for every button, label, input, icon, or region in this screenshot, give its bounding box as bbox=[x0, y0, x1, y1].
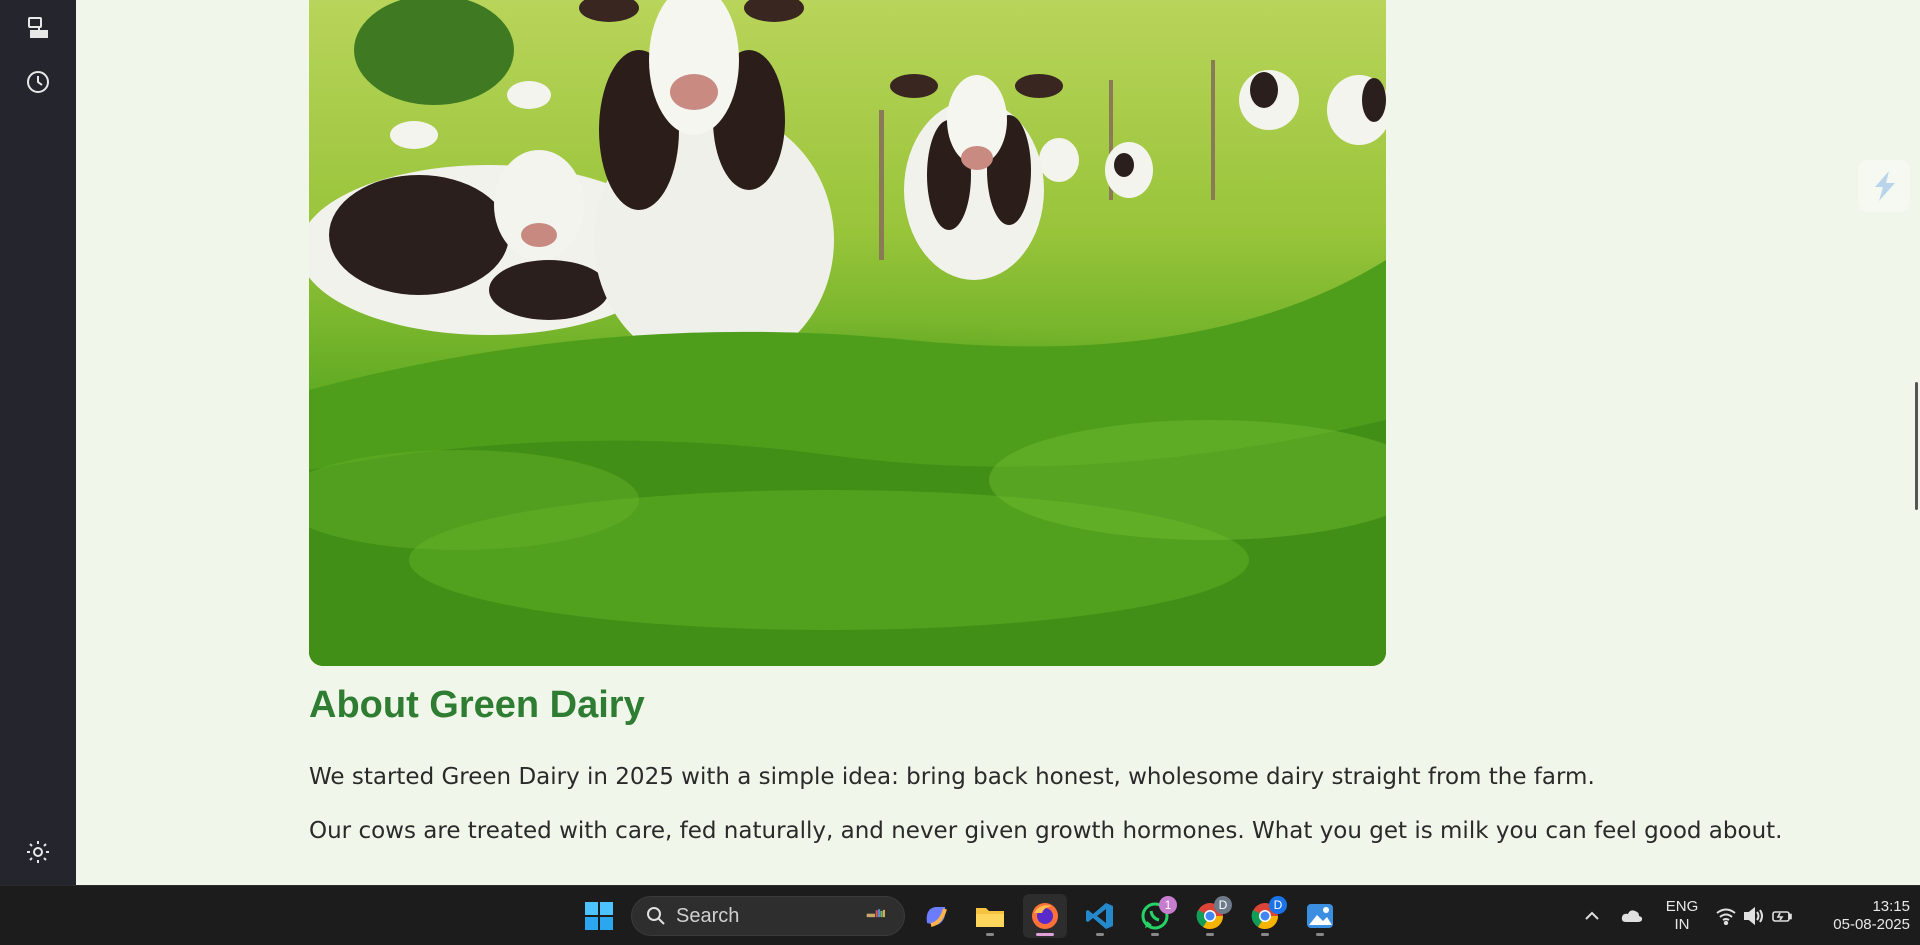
battery-icon[interactable] bbox=[1768, 902, 1796, 930]
running-indicator bbox=[1261, 933, 1269, 936]
about-paragraph-2: Our cows are treated with care, fed natu… bbox=[309, 818, 1783, 844]
folder-icon[interactable] bbox=[968, 894, 1012, 938]
wifi-icon[interactable] bbox=[1712, 902, 1740, 930]
running-indicator bbox=[1316, 933, 1324, 936]
history-icon[interactable] bbox=[20, 64, 56, 100]
chevron-up-icon[interactable] bbox=[1578, 902, 1606, 930]
browser-sidebar bbox=[0, 0, 76, 885]
taskbar-search[interactable]: Search bbox=[631, 896, 905, 936]
active-indicator bbox=[1036, 933, 1054, 936]
language-indicator[interactable]: ENG IN bbox=[1662, 898, 1702, 934]
vscode-icon[interactable] bbox=[1078, 894, 1122, 938]
profile-badge: D bbox=[1214, 896, 1232, 914]
system-clock[interactable]: 13:15 05-08-2025 bbox=[1810, 898, 1910, 934]
firefox-icon[interactable] bbox=[1023, 894, 1067, 938]
device-sync-icon[interactable] bbox=[20, 10, 56, 46]
chrome-icon[interactable]: D bbox=[1243, 894, 1287, 938]
running-indicator bbox=[1096, 933, 1104, 936]
profile-badge: D bbox=[1269, 896, 1287, 914]
taskbar: Search 1 D D ENG IN 13:15 05-08-2025 bbox=[0, 885, 1920, 945]
whatsapp-icon[interactable]: 1 bbox=[1133, 894, 1177, 938]
running-indicator bbox=[1206, 933, 1214, 936]
cloud-icon[interactable] bbox=[1618, 902, 1646, 930]
clock-date: 05-08-2025 bbox=[1833, 916, 1910, 933]
lang-line-1: ENG bbox=[1665, 898, 1699, 915]
lang-line-2: IN bbox=[1674, 916, 1690, 933]
windows-logo-icon[interactable] bbox=[577, 894, 621, 938]
gear-icon[interactable] bbox=[20, 834, 56, 870]
search-icon bbox=[647, 907, 665, 925]
chrome-icon[interactable]: D bbox=[1188, 894, 1232, 938]
clock-time: 13:15 bbox=[1872, 898, 1910, 915]
scroll-thumb[interactable] bbox=[1915, 382, 1918, 510]
copilot-icon[interactable] bbox=[914, 894, 958, 938]
volume-icon[interactable] bbox=[1740, 902, 1768, 930]
page-content: About Green Dairy We started Green Dairy… bbox=[76, 0, 1920, 885]
notification-badge: 1 bbox=[1159, 896, 1177, 914]
page-scrollbar[interactable] bbox=[1910, 0, 1918, 885]
running-indicator bbox=[986, 933, 994, 936]
floating-widget-icon[interactable] bbox=[1858, 160, 1910, 212]
photos-icon[interactable] bbox=[1298, 894, 1342, 938]
search-label: Search bbox=[676, 904, 740, 927]
about-paragraph-1: We started Green Dairy in 2025 with a si… bbox=[309, 764, 1595, 790]
running-indicator bbox=[1151, 933, 1159, 936]
about-title: About Green Dairy bbox=[309, 684, 645, 726]
hero-image bbox=[309, 0, 1386, 666]
search-highlight-icon bbox=[866, 909, 885, 918]
